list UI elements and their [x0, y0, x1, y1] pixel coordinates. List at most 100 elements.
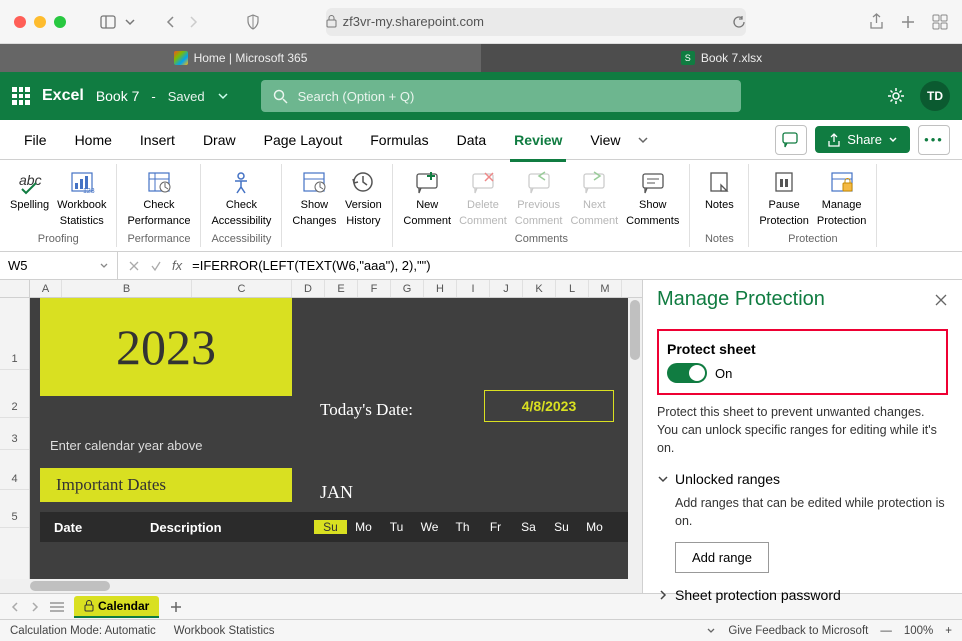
col-header-M[interactable]: M	[589, 280, 622, 297]
lock-icon	[326, 15, 337, 28]
upload-share-icon[interactable]	[869, 13, 884, 31]
back-icon[interactable]	[164, 15, 178, 29]
col-header-E[interactable]: E	[325, 280, 358, 297]
workbook-stats-label[interactable]: Workbook Statistics	[174, 625, 275, 637]
name-box[interactable]: W5	[0, 252, 118, 279]
ribbon-spelling[interactable]: abcSpelling	[6, 164, 53, 233]
col-header-A[interactable]: A	[30, 280, 62, 297]
tab-view[interactable]: View	[578, 126, 632, 154]
all-sheets-icon[interactable]	[50, 601, 64, 613]
ribbon-notes[interactable]: Notes	[696, 164, 742, 233]
row-header-3[interactable]: 3	[0, 418, 29, 450]
ribbon-next-comment[interactable]: NextComment	[566, 164, 622, 233]
ribbon-pause-protection[interactable]: PauseProtection	[755, 164, 813, 233]
avatar[interactable]: TD	[920, 81, 950, 111]
app-launcher-icon[interactable]	[12, 87, 30, 105]
tab-review[interactable]: Review	[502, 126, 574, 154]
browser-tab-book7[interactable]: S Book 7.xlsx	[481, 44, 962, 72]
chevron-down-icon[interactable]	[706, 626, 716, 636]
zoom-level[interactable]: 100%	[904, 625, 933, 637]
search-input[interactable]: Search (Option + Q)	[261, 80, 741, 112]
chevron-down-icon	[657, 473, 669, 485]
protect-sheet-toggle[interactable]	[667, 363, 707, 383]
tab-insert[interactable]: Insert	[128, 126, 187, 154]
row-header-4[interactable]: 4	[0, 450, 29, 490]
vertical-scrollbar[interactable]	[628, 298, 642, 579]
share-button[interactable]: Share	[815, 126, 910, 153]
add-sheet-icon[interactable]	[169, 600, 183, 614]
ribbon-version-history[interactable]: VersionHistory	[340, 164, 386, 247]
ribbon-delete-comment[interactable]: DeleteComment	[455, 164, 511, 233]
day-header: Tu	[380, 520, 413, 534]
tab-draw[interactable]: Draw	[191, 126, 248, 154]
col-header-K[interactable]: K	[523, 280, 556, 297]
ribbon-check-accessibility[interactable]: CheckAccessibility	[207, 164, 275, 233]
chevron-down-icon[interactable]	[217, 90, 229, 102]
tab-home[interactable]: Home	[63, 126, 124, 154]
chevron-right-icon[interactable]	[30, 602, 40, 612]
main-area: ABCDEFGHIJKLM 12345 2023 Today's Date: 4…	[0, 280, 962, 593]
zoom-in-button[interactable]: +	[945, 625, 952, 637]
row-header-2[interactable]: 2	[0, 370, 29, 418]
col-header-C[interactable]: C	[192, 280, 292, 297]
chevron-down-icon[interactable]	[637, 134, 649, 146]
ribbon-show-changes[interactable]: ShowChanges	[288, 164, 340, 247]
forward-icon[interactable]	[186, 15, 200, 29]
horizontal-scrollbar[interactable]	[0, 579, 642, 593]
browser-tab-home[interactable]: Home | Microsoft 365	[0, 44, 481, 72]
row-header-1[interactable]: 1	[0, 298, 29, 370]
ribbon-workbook-statistics[interactable]: 123WorkbookStatistics	[53, 164, 110, 233]
address-bar[interactable]: zf3vr-my.sharepoint.com	[326, 8, 746, 36]
today-date-cell[interactable]: 4/8/2023	[484, 390, 614, 422]
ribbon-new-comment[interactable]: NewComment	[399, 164, 455, 233]
zoom-out-button[interactable]: —	[880, 625, 892, 637]
col-header-F[interactable]: F	[358, 280, 391, 297]
sheet-password-header[interactable]: Sheet protection password	[657, 587, 948, 603]
chevron-down-icon[interactable]	[124, 16, 136, 28]
col-header-G[interactable]: G	[391, 280, 424, 297]
ribbon-manage-protection[interactable]: ManageProtection	[813, 164, 871, 233]
col-header-D[interactable]: D	[292, 280, 325, 297]
select-all-corner[interactable]	[0, 280, 30, 297]
cancel-icon[interactable]	[128, 260, 140, 272]
cell-grid[interactable]: 2023 Today's Date: 4/8/2023 Enter calend…	[30, 298, 642, 579]
col-header-H[interactable]: H	[424, 280, 457, 297]
unlocked-ranges-header[interactable]: Unlocked ranges	[657, 471, 948, 487]
enter-year-hint: Enter calendar year above	[50, 438, 202, 453]
col-header-B[interactable]: B	[62, 280, 192, 297]
tab-page-layout[interactable]: Page Layout	[252, 126, 355, 154]
svg-text:abc: abc	[19, 172, 42, 188]
year-cell[interactable]: 2023	[40, 298, 292, 396]
col-header-L[interactable]: L	[556, 280, 589, 297]
add-range-button[interactable]: Add range	[675, 542, 769, 573]
tab-file[interactable]: File	[12, 126, 59, 154]
ribbon-check-performance[interactable]: CheckPerformance	[123, 164, 194, 233]
tabs-icon[interactable]	[932, 14, 948, 30]
ribbon-show-comments[interactable]: ShowComments	[622, 164, 683, 233]
sheet-tab-calendar[interactable]: Calendar	[74, 596, 159, 618]
shield-icon[interactable]	[246, 14, 260, 30]
fx-icon[interactable]: fx	[172, 258, 182, 273]
formula-input[interactable]: =IFERROR(LEFT(TEXT(W6,"aaa"), 2),"")	[192, 258, 430, 273]
col-header-J[interactable]: J	[490, 280, 523, 297]
row-header-5[interactable]: 5	[0, 490, 29, 528]
chevron-left-icon[interactable]	[10, 602, 20, 612]
tab-data[interactable]: Data	[445, 126, 499, 154]
document-name[interactable]: Book 7	[96, 88, 140, 104]
ribbon-previous-comment[interactable]: PreviousComment	[511, 164, 567, 233]
reload-icon[interactable]	[732, 15, 746, 29]
calc-mode-label[interactable]: Calculation Mode: Automatic	[10, 625, 156, 637]
more-button[interactable]: •••	[918, 125, 950, 155]
enter-icon[interactable]	[150, 260, 162, 272]
close-icon[interactable]	[934, 293, 948, 307]
col-header-I[interactable]: I	[457, 280, 490, 297]
sidebar-icon[interactable]	[100, 14, 116, 30]
tab-formulas[interactable]: Formulas	[358, 126, 440, 154]
minimize-window-icon[interactable]	[34, 16, 46, 28]
new-tab-icon[interactable]	[900, 14, 916, 30]
maximize-window-icon[interactable]	[54, 16, 66, 28]
gear-icon[interactable]	[886, 86, 906, 106]
comments-button[interactable]	[775, 125, 807, 155]
close-window-icon[interactable]	[14, 16, 26, 28]
feedback-link[interactable]: Give Feedback to Microsoft	[728, 625, 868, 637]
